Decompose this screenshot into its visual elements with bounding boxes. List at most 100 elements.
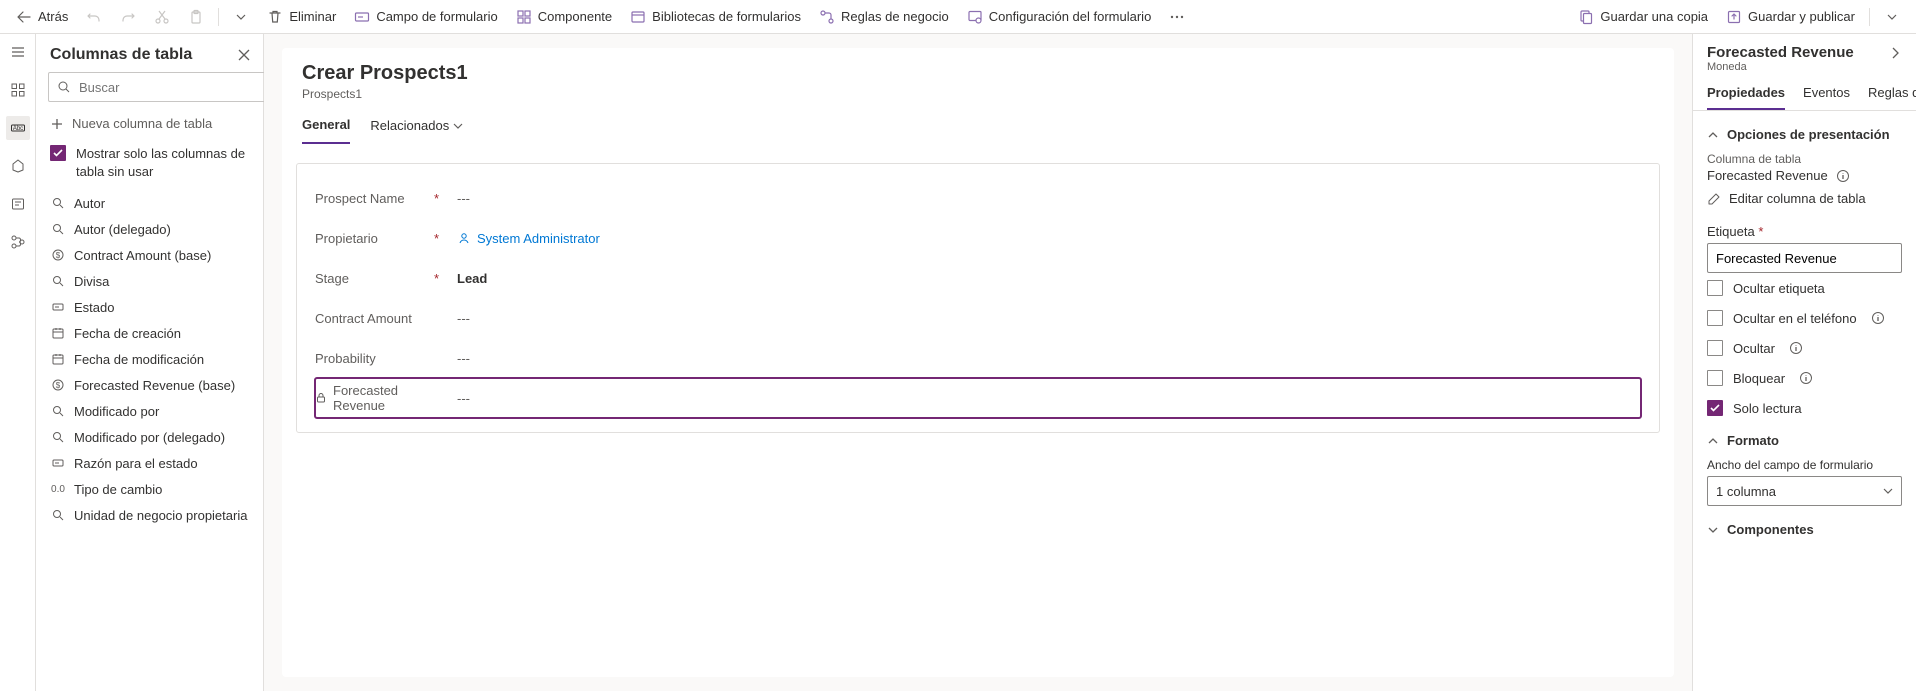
rail-field-icon[interactable]: Abc xyxy=(6,116,30,140)
properties-panel: Forecasted Revenue Moneda Propiedades Ev… xyxy=(1692,34,1916,691)
info-icon[interactable] xyxy=(1871,311,1885,325)
rail-flow-icon[interactable] xyxy=(6,230,30,254)
cut-button[interactable] xyxy=(146,3,178,31)
tab-general[interactable]: General xyxy=(302,117,350,144)
save-copy-button[interactable]: Guardar una copia xyxy=(1570,3,1716,31)
form-field-label: Campo de formulario xyxy=(376,9,497,24)
hide-label-text: Ocultar etiqueta xyxy=(1733,281,1825,296)
readonly-checkbox[interactable]: Solo lectura xyxy=(1707,393,1902,423)
column-item[interactable]: Autor (delegado) xyxy=(36,216,263,242)
column-item-label: Fecha de modificación xyxy=(74,352,204,367)
paste-chevron[interactable] xyxy=(225,3,257,31)
column-type-icon xyxy=(50,325,66,341)
column-item[interactable]: Razón para el estado xyxy=(36,450,263,476)
close-panel-button[interactable] xyxy=(237,48,251,62)
rail-library-icon[interactable] xyxy=(6,192,30,216)
info-icon[interactable] xyxy=(1836,169,1850,183)
column-item-label: Divisa xyxy=(74,274,109,289)
etiqueta-input[interactable] xyxy=(1707,243,1902,273)
form-field-row[interactable]: Probability--- xyxy=(315,338,1641,378)
chevron-down-icon xyxy=(1884,9,1900,25)
prop-tab-rules[interactable]: Reglas de ne xyxy=(1868,85,1916,110)
checkbox-checked-icon xyxy=(1707,400,1723,416)
info-icon[interactable] xyxy=(1789,341,1803,355)
form-entity: Prospects1 xyxy=(302,87,1654,101)
hide-checkbox[interactable]: Ocultar xyxy=(1707,333,1902,363)
field-label: Contract Amount xyxy=(315,311,445,326)
column-item[interactable]: Modificado por (delegado) xyxy=(36,424,263,450)
paste-button[interactable] xyxy=(180,3,212,31)
prop-tab-events[interactable]: Eventos xyxy=(1803,85,1850,110)
width-select[interactable]: 1 columna xyxy=(1707,476,1902,506)
section-components[interactable]: Componentes xyxy=(1707,506,1902,543)
edit-column-link[interactable]: Editar columna de tabla xyxy=(1707,183,1902,214)
column-item[interactable]: Fecha de modificación xyxy=(36,346,263,372)
column-item[interactable]: Estado xyxy=(36,294,263,320)
field-value[interactable]: --- xyxy=(445,311,1641,326)
column-item[interactable]: Divisa xyxy=(36,268,263,294)
rail-tree-icon[interactable] xyxy=(6,154,30,178)
properties-subtitle: Moneda xyxy=(1707,61,1854,73)
column-item[interactable]: $Contract Amount (base) xyxy=(36,242,263,268)
back-button[interactable]: Atrás xyxy=(8,3,76,31)
hide-label-checkbox[interactable]: Ocultar etiqueta xyxy=(1707,273,1902,303)
column-item-label: Unidad de negocio propietaria xyxy=(74,508,247,523)
hide-phone-checkbox[interactable]: Ocultar en el teléfono xyxy=(1707,303,1902,333)
format-label: Formato xyxy=(1727,433,1779,448)
columns-list: AutorAutor (delegado)$Contract Amount (b… xyxy=(36,190,263,691)
rail-hamburger[interactable] xyxy=(6,40,30,64)
info-icon[interactable] xyxy=(1799,371,1813,385)
redo-button[interactable] xyxy=(112,3,144,31)
delete-button[interactable]: Eliminar xyxy=(259,3,344,31)
svg-text:$: $ xyxy=(56,251,61,260)
new-column-button[interactable]: Nueva columna de tabla xyxy=(36,110,263,137)
form-field-row[interactable]: Prospect Name*--- xyxy=(315,178,1641,218)
save-publish-button[interactable]: Guardar y publicar xyxy=(1718,3,1863,31)
section-format[interactable]: Formato xyxy=(1707,423,1902,454)
search-input-wrapper[interactable] xyxy=(48,72,266,102)
column-item[interactable]: Fecha de creación xyxy=(36,320,263,346)
plus-icon xyxy=(50,117,64,131)
field-label: Probability xyxy=(315,351,445,366)
form-field-row[interactable]: Contract Amount--- xyxy=(315,298,1641,338)
pencil-icon xyxy=(1707,192,1721,206)
save-publish-icon xyxy=(1726,9,1742,25)
overflow-button[interactable] xyxy=(1161,3,1193,31)
form-section[interactable]: Prospect Name*---Propietario*System Admi… xyxy=(296,163,1660,433)
paste-icon xyxy=(188,9,204,25)
rail-components-icon[interactable] xyxy=(6,78,30,102)
column-item[interactable]: Unidad de negocio propietaria xyxy=(36,502,263,528)
section-display-options[interactable]: Opciones de presentación xyxy=(1707,117,1902,148)
field-label: Stage* xyxy=(315,271,445,286)
business-rules-button[interactable]: Reglas de negocio xyxy=(811,3,957,31)
save-copy-label: Guardar una copia xyxy=(1600,9,1708,24)
prop-tab-properties[interactable]: Propiedades xyxy=(1707,85,1785,110)
field-value[interactable]: Lead xyxy=(445,271,1641,286)
expand-panel-button[interactable] xyxy=(1888,44,1902,60)
form-field-row[interactable]: Forecasted Revenue--- xyxy=(315,378,1641,418)
column-type-icon: $ xyxy=(50,377,66,393)
column-item[interactable]: $Forecasted Revenue (base) xyxy=(36,372,263,398)
lock-checkbox[interactable]: Bloquear xyxy=(1707,363,1902,393)
field-value[interactable]: --- xyxy=(445,191,1641,206)
column-item[interactable]: 0.0Tipo de cambio xyxy=(36,476,263,502)
column-item[interactable]: Modificado por xyxy=(36,398,263,424)
tab-related[interactable]: Relacionados xyxy=(370,117,463,144)
field-value[interactable]: System Administrator xyxy=(445,231,1641,246)
save-publish-chevron[interactable] xyxy=(1876,3,1908,31)
form-libraries-button[interactable]: Bibliotecas de formularios xyxy=(622,3,809,31)
field-value[interactable]: --- xyxy=(445,351,1641,366)
search-input[interactable] xyxy=(77,79,257,96)
form-field-button[interactable]: Campo de formulario xyxy=(346,3,505,31)
form-settings-button[interactable]: Configuración del formulario xyxy=(959,3,1160,31)
component-button[interactable]: Componente xyxy=(508,3,620,31)
form-field-row[interactable]: Propietario*System Administrator xyxy=(315,218,1641,258)
tab-related-label: Relacionados xyxy=(370,118,449,133)
width-caption: Ancho del campo de formulario xyxy=(1707,454,1902,472)
only-unused-checkbox[interactable]: Mostrar solo las columnas de tabla sin u… xyxy=(36,137,263,190)
field-value[interactable]: --- xyxy=(445,391,1641,406)
undo-button[interactable] xyxy=(78,3,110,31)
form-field-row[interactable]: Stage*Lead xyxy=(315,258,1641,298)
column-item[interactable]: Autor xyxy=(36,190,263,216)
rules-icon xyxy=(819,9,835,25)
